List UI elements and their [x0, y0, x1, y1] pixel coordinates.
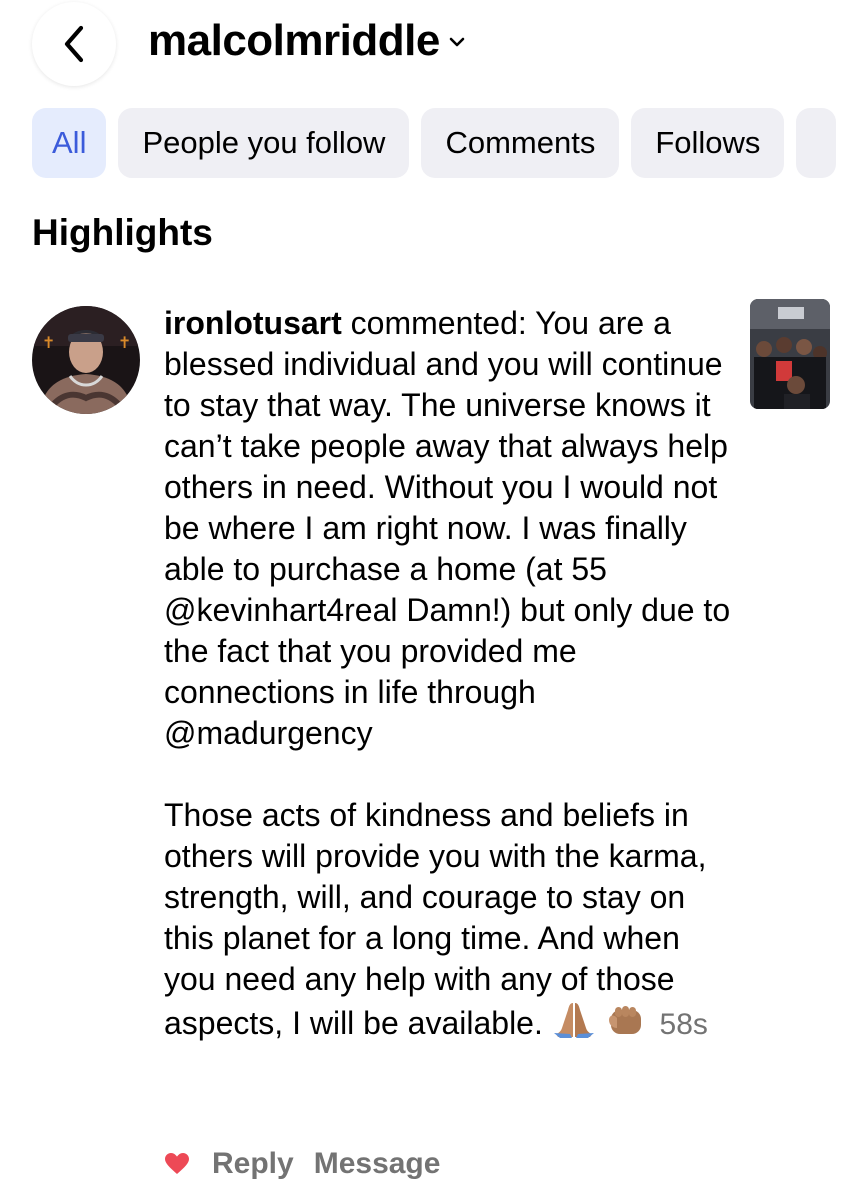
filter-all[interactable]: All — [32, 108, 107, 178]
username-link[interactable]: ironlotusart — [164, 305, 342, 341]
avatar[interactable]: ✝ ✝ — [32, 306, 140, 414]
filter-follows[interactable]: Follows — [631, 108, 785, 178]
filter-people-you-follow[interactable]: People you follow — [118, 108, 410, 178]
comment-actions: Reply Message — [164, 1142, 440, 1186]
filter-tabs: All People you follow Comments Follows — [32, 108, 860, 178]
fist-bump-emoji — [605, 1002, 645, 1048]
filter-more[interactable] — [796, 108, 837, 178]
header: malcolmriddle — [0, 0, 860, 100]
timestamp: 58s — [659, 1008, 708, 1041]
back-button[interactable] — [32, 2, 116, 86]
comment-action: commented: — [350, 305, 527, 341]
post-thumbnail[interactable] — [750, 299, 830, 409]
svg-text:✝: ✝ — [118, 333, 131, 352]
reply-button[interactable]: Reply — [212, 1142, 294, 1186]
filter-comments[interactable]: Comments — [421, 108, 620, 178]
chevron-down-icon — [448, 35, 466, 53]
svg-text:✝: ✝ — [42, 333, 55, 352]
notification-comment[interactable]: ironlotusart commented: You are a blesse… — [164, 303, 736, 1048]
comment-text-paragraph-1: You are a blessed individual and you wil… — [164, 305, 731, 751]
account-switcher[interactable]: malcolmriddle — [148, 14, 466, 68]
heart-icon[interactable] — [164, 1152, 190, 1176]
chevron-left-icon — [59, 22, 89, 66]
folded-hands-emoji — [552, 1000, 596, 1048]
page-title: malcolmriddle — [148, 16, 440, 65]
section-title: Highlights — [32, 212, 213, 253]
message-button[interactable]: Message — [314, 1142, 441, 1186]
